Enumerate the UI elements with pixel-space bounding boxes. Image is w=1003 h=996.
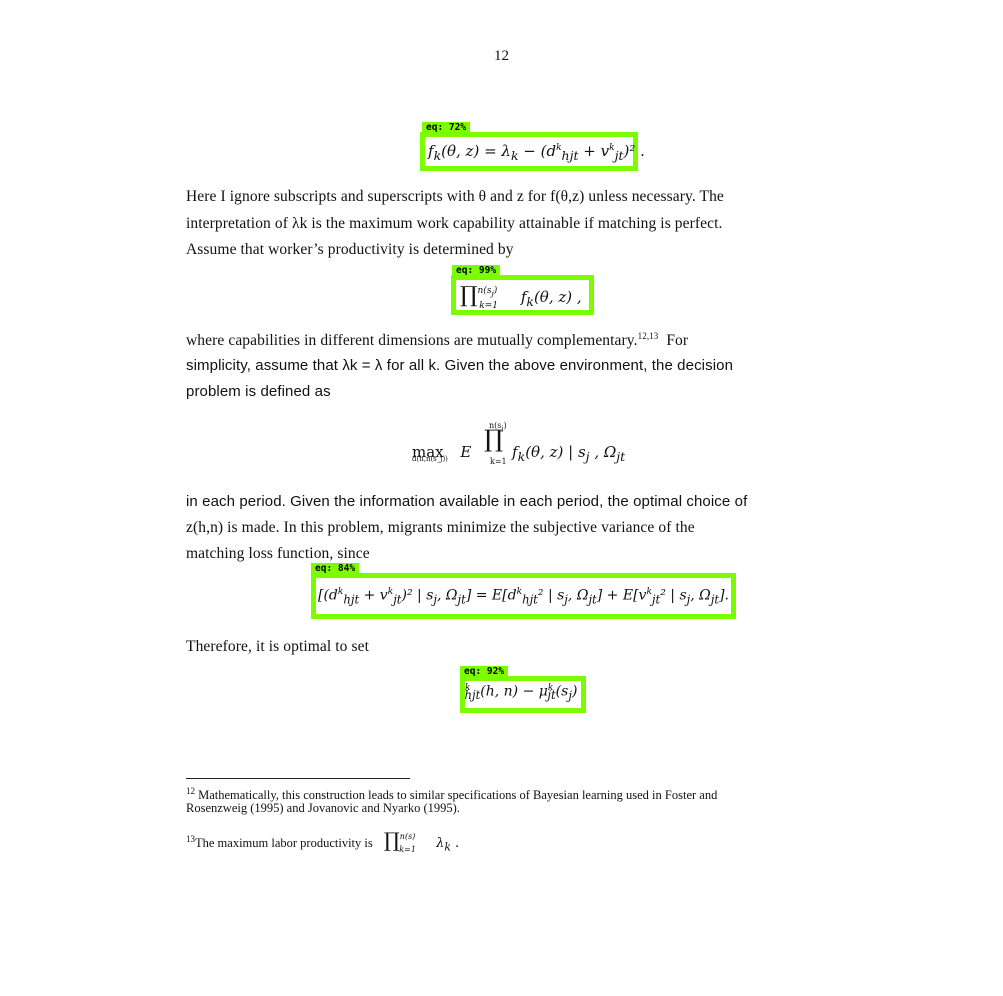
footnote-ref: 12,13	[637, 331, 659, 341]
footnote-12-cont: Rosenzweig (1995) and Jovanovic and Nyar…	[186, 801, 460, 815]
body-text-line: Assume that worker’s productivity is det…	[186, 241, 514, 258]
equation-3: max d(h,n(s_j)) E ∏ n(sj) k=1 fk(θ, z) |…	[412, 421, 626, 466]
footnote-13: 13The maximum labor productivity is ∏n(s…	[186, 828, 460, 854]
equation-2: ∏n(sj)k=1 fk(θ, z) ,	[460, 283, 582, 311]
body-text-line: Here I ignore subscripts and superscript…	[186, 188, 724, 205]
body-text-line: interpretation of λk is the maximum work…	[186, 215, 723, 232]
equation-1: fk(θ, z) = λk − (dkhjt + vkjt)² .	[428, 142, 645, 163]
page-number: 12	[494, 48, 509, 64]
body-text-line: in each period. Given the information av…	[186, 493, 748, 510]
body-text-line: simplicity, assume that λk = λ for all k…	[186, 357, 734, 374]
equation-4: [(dkhjt + vkjt)² | sj, Ωjt] = E[dkhjt² |…	[318, 587, 730, 607]
body-text-line: problem is defined as	[186, 383, 331, 400]
equation-5: khjt(h, n) − μkjt(sj)	[464, 683, 578, 703]
body-text-line: where capabilities in different dimensio…	[186, 331, 689, 350]
footnote-rule	[186, 778, 410, 779]
body-text-line: matching loss function, since	[186, 545, 370, 562]
body-text-line: Therefore, it is optimal to set	[186, 638, 370, 655]
body-text-line: z(h,n) is made. In this problem, migrant…	[186, 519, 695, 536]
